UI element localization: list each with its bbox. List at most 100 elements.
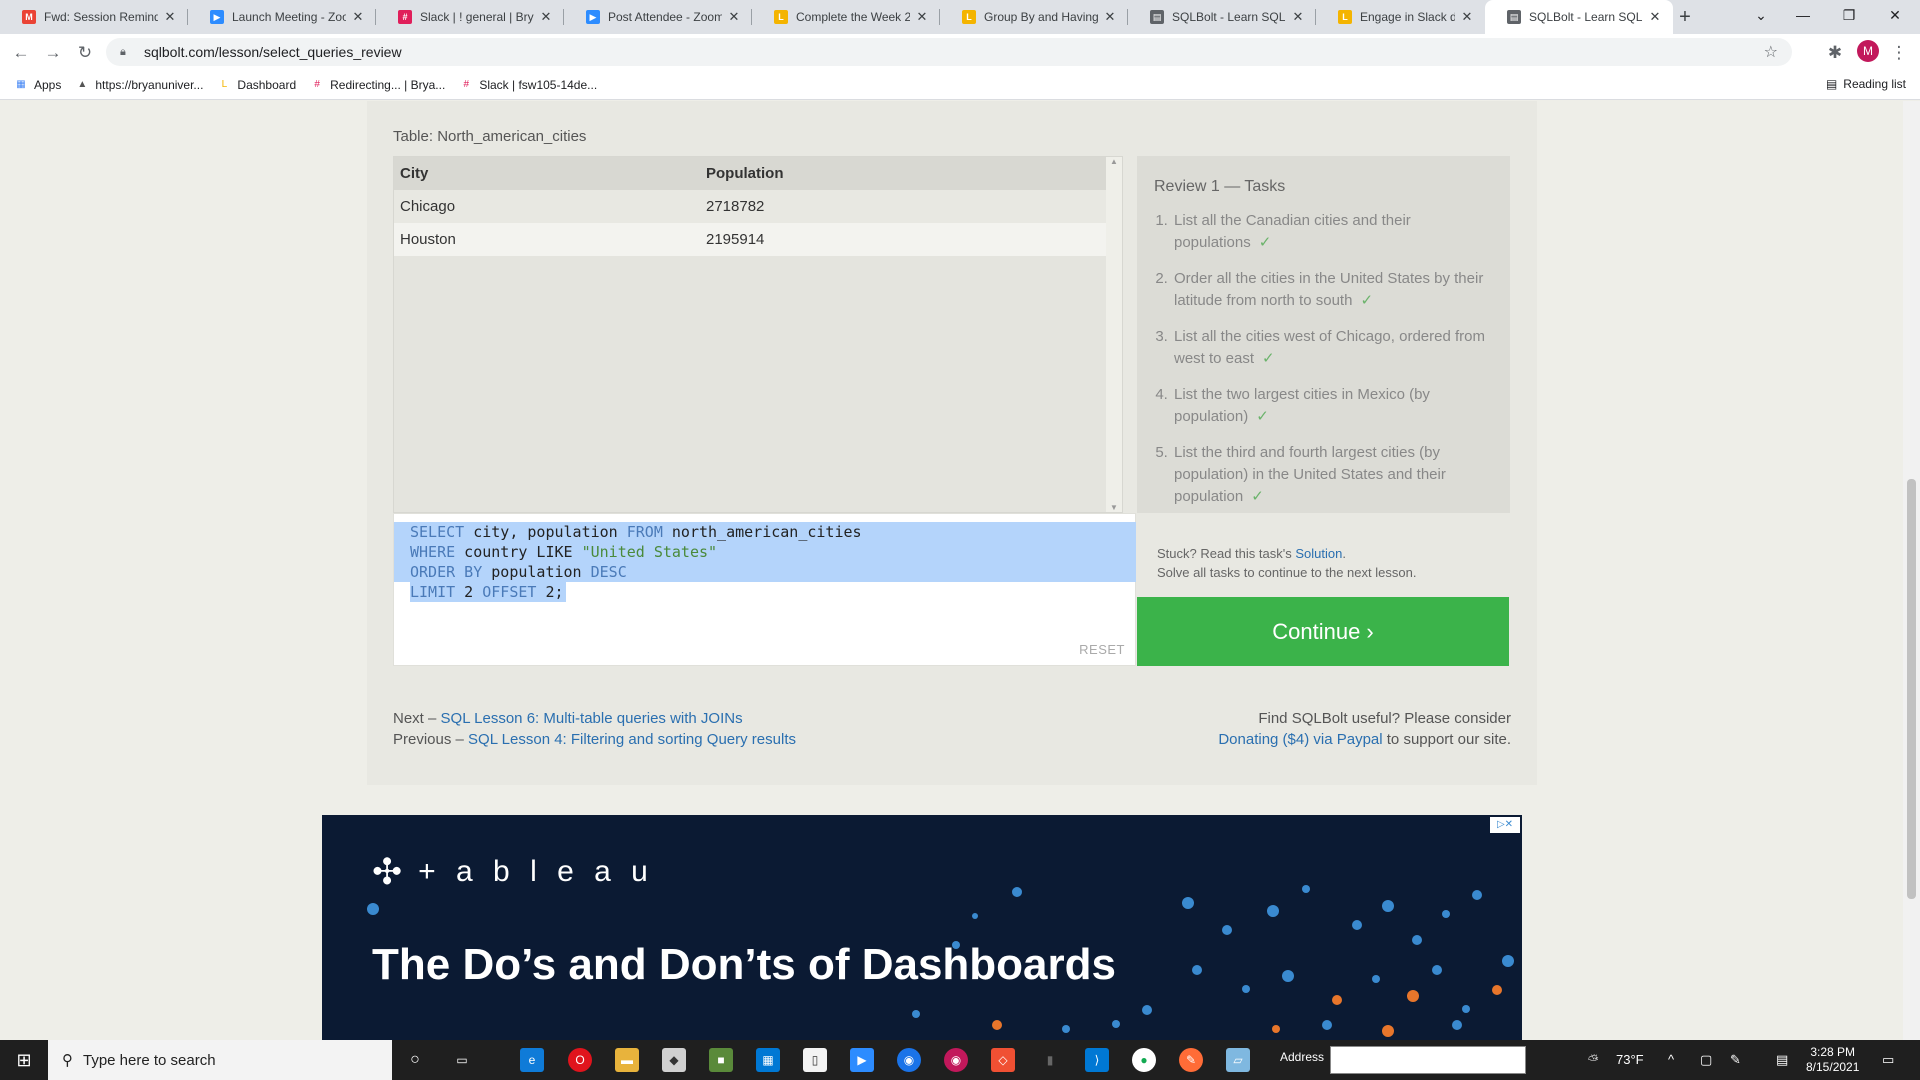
app-icon[interactable]: ▱ <box>1226 1048 1250 1072</box>
solution-link[interactable]: Solution <box>1295 546 1342 561</box>
table-cell: Chicago <box>394 190 700 223</box>
close-tab-icon[interactable]: ✕ <box>1459 9 1475 25</box>
reload-icon[interactable]: ↻ <box>72 40 98 66</box>
reading-list-button[interactable]: ▤ Reading list <box>1826 77 1906 91</box>
scroll-up-icon[interactable]: ▲ <box>1106 157 1122 166</box>
scroll-down-icon[interactable]: ▼ <box>1106 503 1122 512</box>
prev-prefix: Previous – <box>393 731 469 748</box>
avatar[interactable]: M <box>1857 40 1879 62</box>
continue-button[interactable]: Continue › <box>1137 597 1509 666</box>
file-explorer-icon[interactable]: ▬ <box>615 1048 639 1072</box>
tab-1[interactable]: M Fwd: Session Reminde ✕ <box>0 0 188 34</box>
task-item: List all the cities west of Chicago, ord… <box>1172 326 1494 370</box>
tableau-ad-banner[interactable]: ✣ + a b l e a u The Do’s and Don’ts of D… <box>322 815 1522 1040</box>
lock-icon: 🔒︎ <box>120 45 126 58</box>
task-item: List the two largest cities in Mexico (b… <box>1172 384 1494 428</box>
back-icon[interactable]: ← <box>8 40 34 66</box>
tasks-panel: Review 1 — Tasks List all the Canadian c… <box>1137 156 1510 513</box>
tab-7[interactable]: ▤ SQLBolt - Learn SQL - ✕ <box>1128 0 1316 34</box>
close-tab-icon[interactable]: ✕ <box>914 9 930 25</box>
address-bar[interactable]: 🔒︎ sqlbolt.com/lesson/select_queries_rev… <box>106 38 1792 66</box>
tab-6[interactable]: L Group By and Having ✕ <box>940 0 1128 34</box>
bookmark-item[interactable]: L Dashboard <box>217 78 297 92</box>
scrollbar-thumb[interactable] <box>1907 479 1916 899</box>
ad-decoration-dot <box>952 941 960 949</box>
bookmark-label: Redirecting... | Brya... <box>330 77 446 92</box>
ad-decoration-dot <box>1372 975 1380 983</box>
address-toolbar-input[interactable] <box>1330 1046 1526 1074</box>
notifications-icon[interactable]: ▭ <box>1882 1052 1894 1068</box>
close-tab-icon[interactable]: ✕ <box>350 9 366 25</box>
bookmark-item[interactable]: ▦ Apps <box>14 78 61 92</box>
sql-keyword: LIMIT <box>410 583 456 601</box>
close-tab-icon[interactable]: ✕ <box>1647 9 1663 25</box>
minimize-button[interactable]: — <box>1780 0 1826 30</box>
table-row: Houston 2195914 <box>394 223 1122 256</box>
bookmark-item[interactable]: # Slack | fsw105-14de... <box>459 78 598 92</box>
git-icon[interactable]: ◇ <box>991 1048 1015 1072</box>
tab-9[interactable]: ▤ SQLBolt - Learn SQL - ✕ <box>1485 0 1673 34</box>
windows-start-icon[interactable]: ⊞ <box>0 1040 48 1080</box>
sql-editor[interactable]: SELECT city, population FROM north_ameri… <box>393 513 1136 666</box>
network-icon[interactable]: ▢ <box>1700 1052 1712 1068</box>
close-tab-icon[interactable]: ✕ <box>538 9 554 25</box>
page-scrollbar[interactable] <box>1903 101 1920 1040</box>
close-tab-icon[interactable]: ✕ <box>1290 9 1306 25</box>
zoom-icon[interactable]: ▶ <box>850 1048 874 1072</box>
notepad-icon[interactable]: ▯ <box>803 1048 827 1072</box>
chrome-profile-icon[interactable]: ◉ <box>944 1048 968 1072</box>
close-tab-icon[interactable]: ✕ <box>162 9 178 25</box>
tab-2[interactable]: ▶ Launch Meeting - Zoo ✕ <box>188 0 376 34</box>
tasks-title: Review 1 — Tasks <box>1154 178 1286 195</box>
edge-icon[interactable]: e <box>520 1048 544 1072</box>
restore-button[interactable]: ❐ <box>1826 0 1872 30</box>
reset-button[interactable]: RESET <box>1079 642 1125 657</box>
vscode-icon[interactable]: ⟩ <box>1085 1048 1109 1072</box>
forward-icon[interactable]: → <box>40 40 66 66</box>
minecraft-icon[interactable]: ■ <box>709 1048 733 1072</box>
menu-kebab-icon[interactable]: ⋮ <box>1886 40 1912 66</box>
sql-keyword: ORDER BY <box>410 563 483 581</box>
results-scrollbar[interactable]: ▲ ▼ <box>1106 157 1122 512</box>
next-lesson-link[interactable]: SQL Lesson 6: Multi-table queries with J… <box>441 710 743 727</box>
tab-3[interactable]: # Slack | ! general | Bryan ✕ <box>376 0 564 34</box>
keyboard-icon[interactable]: ▤ <box>1776 1052 1788 1068</box>
tableau-wordmark: + a b l e a u <box>418 855 654 888</box>
taskbar-search[interactable]: ⚲ Type here to search <box>48 1040 392 1080</box>
task-text: List all the Canadian cities and their p… <box>1174 212 1411 251</box>
previous-lesson-link[interactable]: SQL Lesson 4: Filtering and sorting Quer… <box>468 731 796 748</box>
checkmark-icon: ✓ <box>1251 488 1264 505</box>
app-icon[interactable]: ▮ <box>1038 1048 1062 1072</box>
reading-list-label: Reading list <box>1843 77 1906 91</box>
extensions-icon[interactable]: ✱ <box>1822 40 1848 66</box>
tray-chevron-icon[interactable]: ^ <box>1668 1052 1674 1067</box>
weather-icon[interactable]: ⛅︎ <box>1588 1052 1598 1068</box>
bookmark-item[interactable]: # Redirecting... | Brya... <box>310 78 445 92</box>
tab-4[interactable]: ▶ Post Attendee - Zoom ✕ <box>564 0 752 34</box>
pen-icon[interactable]: ✎ <box>1730 1052 1741 1068</box>
sql-code[interactable]: SELECT city, population FROM north_ameri… <box>394 522 1136 602</box>
app-icon[interactable]: ◆ <box>662 1048 686 1072</box>
tab-5[interactable]: L Complete the Week 2 ✕ <box>752 0 940 34</box>
table-row: Chicago 2718782 <box>394 190 1122 223</box>
cortana-icon[interactable]: ○ <box>403 1048 427 1072</box>
donate-link[interactable]: Donating ($4) via Paypal <box>1218 731 1382 748</box>
close-tab-icon[interactable]: ✕ <box>1102 9 1118 25</box>
chrome-icon[interactable]: ◉ <box>897 1048 921 1072</box>
task-view-icon[interactable]: ▭ <box>450 1048 474 1072</box>
store-icon[interactable]: ▦ <box>756 1048 780 1072</box>
bookmark-star-icon[interactable]: ☆ <box>1764 42 1778 62</box>
ad-decoration-dot <box>1142 1005 1152 1015</box>
ad-choices-icon[interactable]: ▷✕ <box>1490 817 1520 833</box>
new-tab-button[interactable]: + <box>1672 4 1698 30</box>
postman-icon[interactable]: ✎ <box>1179 1048 1203 1072</box>
mongodb-icon[interactable]: ● <box>1132 1048 1156 1072</box>
tab-search-icon[interactable]: ⌄ <box>1738 0 1784 30</box>
system-clock[interactable]: 3:28 PM 8/15/2021 <box>1806 1045 1859 1075</box>
close-tab-icon[interactable]: ✕ <box>726 9 742 25</box>
tab-8[interactable]: L Engage in Slack during ✕ <box>1316 0 1485 34</box>
opera-icon[interactable]: O <box>568 1048 592 1072</box>
close-window-button[interactable]: ✕ <box>1872 0 1918 30</box>
weather-temp[interactable]: 73°F <box>1616 1052 1644 1067</box>
bookmark-item[interactable]: ▲ https://bryanuniver... <box>75 78 203 92</box>
